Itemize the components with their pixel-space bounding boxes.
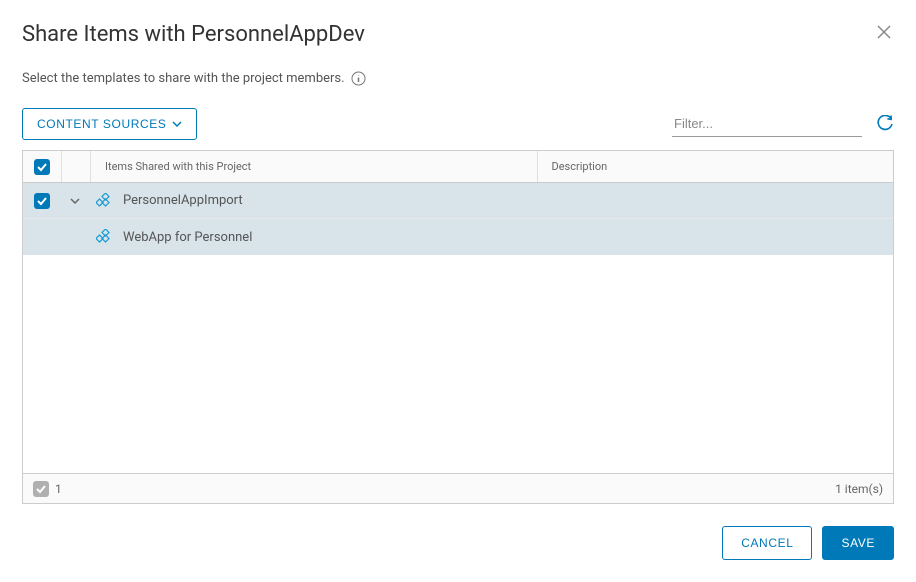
content-sources-dropdown[interactable]: CONTENT SOURCES bbox=[22, 108, 197, 140]
chevron-down-icon bbox=[172, 119, 182, 129]
column-header-name[interactable]: Items Shared with this Project bbox=[91, 151, 537, 182]
checkmark-icon bbox=[36, 161, 48, 173]
checkmark-icon bbox=[36, 195, 48, 207]
table-header: Items Shared with this Project Descripti… bbox=[23, 151, 893, 183]
save-button[interactable]: SAVE bbox=[822, 526, 894, 560]
info-icon[interactable] bbox=[351, 71, 366, 86]
expand-toggle[interactable] bbox=[69, 195, 81, 207]
modal-subtitle: Select the templates to share with the p… bbox=[22, 71, 345, 86]
checkmark-icon bbox=[35, 483, 47, 495]
close-icon bbox=[876, 24, 892, 40]
filter-input[interactable] bbox=[672, 111, 862, 137]
blueprint-icon bbox=[96, 229, 112, 245]
refresh-icon bbox=[876, 115, 894, 133]
cancel-button[interactable]: CANCEL bbox=[722, 526, 812, 560]
items-table: Items Shared with this Project Descripti… bbox=[22, 150, 894, 504]
column-header-description[interactable]: Description bbox=[538, 151, 894, 182]
table-row[interactable]: PersonnelAppImport bbox=[23, 183, 893, 219]
row-name: WebApp for Personnel bbox=[119, 219, 551, 255]
close-button[interactable] bbox=[874, 22, 894, 42]
content-sources-label: CONTENT SOURCES bbox=[37, 117, 166, 131]
refresh-button[interactable] bbox=[876, 115, 894, 133]
item-count: 1 item(s) bbox=[835, 482, 883, 496]
table-row[interactable]: WebApp for Personnel bbox=[23, 219, 893, 255]
row-description bbox=[551, 183, 893, 218]
blueprint-icon bbox=[96, 193, 112, 209]
table-body: PersonnelAppImport WebApp for Personnel bbox=[23, 183, 893, 473]
modal-title: Share Items with PersonnelAppDev bbox=[22, 22, 365, 47]
table-footer: 1 1 item(s) bbox=[23, 473, 893, 503]
row-checkbox[interactable] bbox=[34, 193, 50, 209]
select-all-checkbox[interactable] bbox=[34, 159, 50, 175]
selected-count: 1 bbox=[55, 482, 62, 496]
chevron-down-icon bbox=[69, 195, 81, 207]
row-description bbox=[551, 219, 893, 255]
footer-select-indicator bbox=[33, 481, 49, 497]
row-name: PersonnelAppImport bbox=[119, 183, 551, 218]
